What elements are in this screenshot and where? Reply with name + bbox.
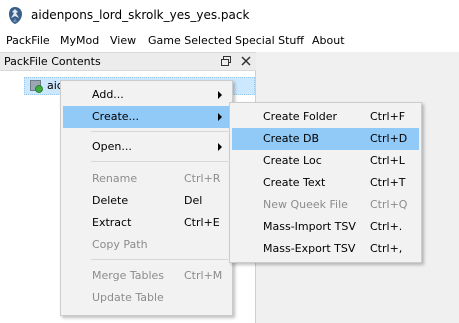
menu-item-shortcut: Ctrl+R <box>184 172 221 185</box>
menu-separator <box>91 161 228 162</box>
menu-item-shortcut: Ctrl+F <box>370 110 406 123</box>
window-title: aidenpons_lord_skrolk_yes_yes.pack <box>31 8 250 22</box>
menu-item-extract[interactable]: Extract Ctrl+E <box>63 212 230 234</box>
menu-item-label: Extract <box>92 216 132 229</box>
menu-game-selected[interactable]: Game Selected <box>148 34 232 47</box>
submenu-arrow-icon <box>218 113 222 121</box>
menu-item-rename[interactable]: Rename Ctrl+R <box>63 168 230 190</box>
menu-item-open[interactable]: Open... <box>63 136 230 158</box>
context-menu: Add... Create... Open... Rename Ctrl+R D… <box>60 80 233 316</box>
menu-item-shortcut: Ctrl+E <box>184 216 220 229</box>
menu-item-label: Delete <box>92 194 129 207</box>
menu-about[interactable]: About <box>312 34 345 47</box>
menu-item-create-text[interactable]: Create Text Ctrl+T <box>232 172 419 194</box>
menu-item-label: Mass-Export TSV <box>263 242 356 255</box>
menu-item-create-folder[interactable]: Create Folder Ctrl+F <box>232 106 419 128</box>
packfile-contents-dock-header: PackFile Contents <box>0 52 256 71</box>
menu-item-label: New Queek File <box>263 198 348 211</box>
menu-item-copy-path[interactable]: Copy Path <box>63 234 230 256</box>
menu-item-shortcut: Del <box>184 194 203 207</box>
float-window-icon[interactable] <box>219 54 233 68</box>
menu-item-merge-tables[interactable]: Merge Tables Ctrl+M <box>63 265 230 287</box>
submenu-arrow-icon <box>218 143 222 151</box>
close-icon[interactable] <box>239 54 253 68</box>
menu-item-add[interactable]: Add... <box>63 84 230 106</box>
app-window: aidenpons_lord_skrolk_yes_yes.pack PackF… <box>0 0 459 323</box>
menu-item-shortcut: Ctrl+. <box>370 220 403 233</box>
menu-item-label: Create Folder <box>263 110 338 123</box>
packfile-icon <box>30 80 43 93</box>
menu-item-label: Mass-Import TSV <box>263 220 356 233</box>
dock-title: PackFile Contents <box>4 55 101 68</box>
menu-item-shortcut: Ctrl+Q <box>370 198 408 211</box>
menu-item-mass-export-tsv[interactable]: Mass-Export TSV Ctrl+, <box>232 238 419 260</box>
menu-special-stuff[interactable]: Special Stuff <box>235 34 304 47</box>
menu-item-label: Copy Path <box>92 238 148 251</box>
submenu-arrow-icon <box>218 91 222 99</box>
create-submenu: Create Folder Ctrl+F Create DB Ctrl+D Cr… <box>229 102 422 263</box>
menu-separator <box>91 259 228 260</box>
menu-item-shortcut: Ctrl+, <box>370 242 403 255</box>
menu-view[interactable]: View <box>110 34 136 47</box>
menu-item-label: Create DB <box>263 132 320 145</box>
menu-item-shortcut: Ctrl+D <box>370 132 408 145</box>
menu-item-new-queek-file[interactable]: New Queek File Ctrl+Q <box>232 194 419 216</box>
menu-item-label: Add... <box>92 88 124 101</box>
menu-item-label: Create... <box>92 110 140 123</box>
app-logo-icon <box>9 7 22 24</box>
menu-bar: PackFile MyMod View Game Selected Specia… <box>0 32 459 52</box>
menu-item-label: Create Text <box>263 176 326 189</box>
title-bar: aidenpons_lord_skrolk_yes_yes.pack <box>0 0 459 32</box>
menu-item-create[interactable]: Create... <box>63 106 230 128</box>
menu-mymod[interactable]: MyMod <box>60 34 99 47</box>
menu-item-label: Rename <box>92 172 138 185</box>
menu-item-label: Create Loc <box>263 154 322 167</box>
menu-item-create-loc[interactable]: Create Loc Ctrl+L <box>232 150 419 172</box>
menu-item-label: Update Table <box>92 291 164 304</box>
menu-packfile[interactable]: PackFile <box>6 34 50 47</box>
menu-item-shortcut: Ctrl+L <box>370 154 405 167</box>
menu-item-label: Open... <box>92 140 132 153</box>
menu-item-label: Merge Tables <box>92 269 165 282</box>
menu-separator <box>91 131 228 132</box>
menu-item-update-table[interactable]: Update Table <box>63 287 230 309</box>
menu-item-mass-import-tsv[interactable]: Mass-Import TSV Ctrl+. <box>232 216 419 238</box>
menu-item-create-db[interactable]: Create DB Ctrl+D <box>232 128 419 150</box>
menu-item-shortcut: Ctrl+M <box>184 269 223 282</box>
menu-item-shortcut: Ctrl+T <box>370 176 406 189</box>
menu-item-delete[interactable]: Delete Del <box>63 190 230 212</box>
